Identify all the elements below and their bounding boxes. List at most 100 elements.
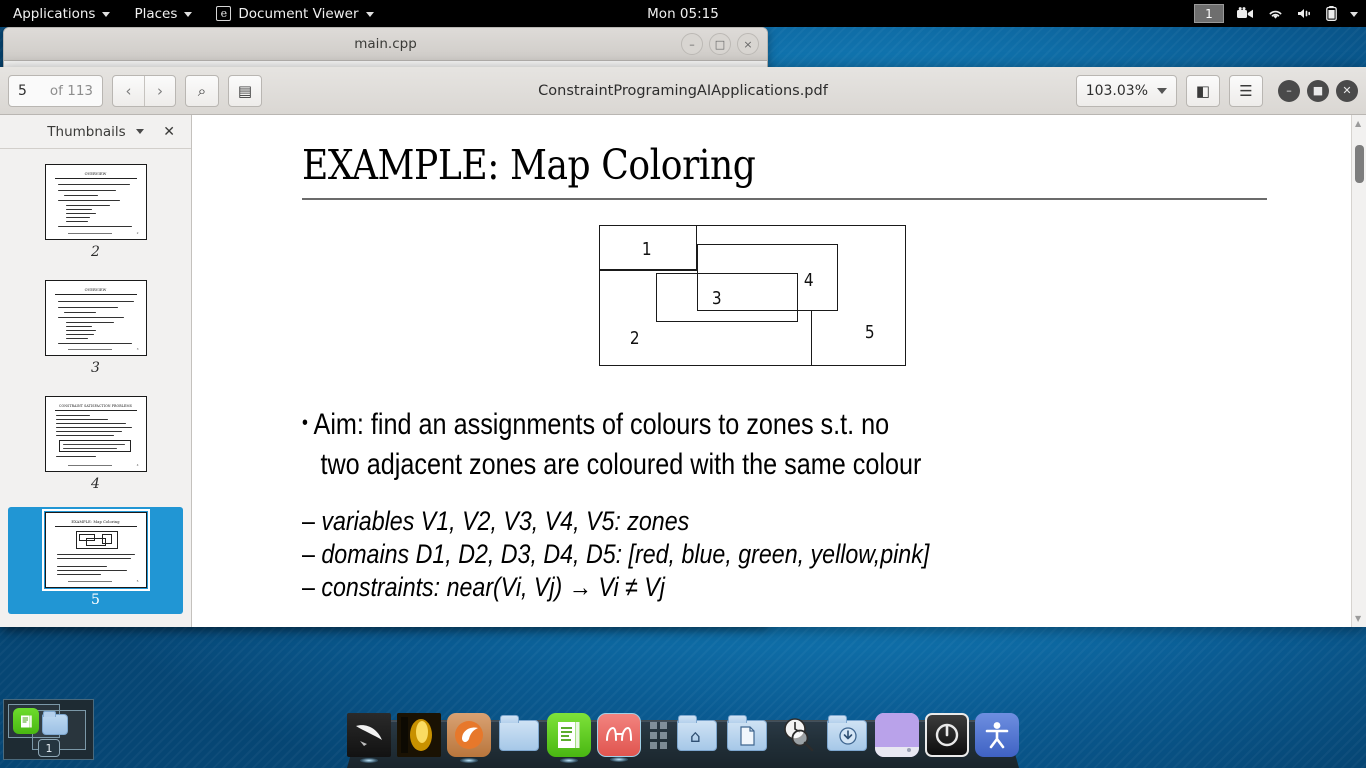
video-camera-icon[interactable] bbox=[1237, 7, 1254, 20]
map-diagram-wrapper: 1 2 3 4 5 bbox=[302, 220, 1280, 385]
annotations-icon[interactable]: ▤ bbox=[228, 74, 262, 107]
thumbnail-page-4[interactable]: CONSTRAINT SATISFACTION PROBLEMS 4 4 bbox=[8, 391, 183, 498]
documents-folder-icon[interactable] bbox=[725, 713, 769, 757]
thumbnail-page-3[interactable]: OVERVIEW 3 3 bbox=[8, 275, 183, 382]
main-menu-icon[interactable]: ☰ bbox=[1229, 74, 1263, 107]
bullet-marker: • bbox=[302, 412, 308, 434]
sub-text: constraints: near(Vi, Vj) → Vi ≠ Vj bbox=[321, 572, 665, 602]
home-folder-icon[interactable]: ⌂ bbox=[675, 713, 719, 757]
page-number-value: 5 bbox=[18, 82, 27, 99]
pager-workspace-badge: 1 bbox=[38, 739, 60, 757]
workspace-indicator[interactable]: 1 bbox=[1194, 4, 1224, 23]
minimize-button[interactable]: – bbox=[1278, 79, 1300, 102]
viewer-content: Thumbnails ✕ OVERVIEW 2 2 OVERVIEW 3 3 C… bbox=[0, 115, 1366, 627]
thumbnail-page-5[interactable]: EXAMPLE: Map Coloring 5 5 bbox=[8, 507, 183, 614]
map-label-4: 4 bbox=[803, 270, 814, 291]
background-maximize-button[interactable]: □ bbox=[709, 33, 731, 55]
bullet-line-1: • Aim: find an assignments of colours to… bbox=[302, 403, 1124, 445]
background-close-button[interactable]: × bbox=[737, 33, 759, 55]
search-clock-icon[interactable] bbox=[775, 713, 819, 757]
scroll-down-arrow-icon[interactable]: ▼ bbox=[1355, 614, 1361, 623]
slide-title: EXAMPLE: Map Coloring bbox=[302, 141, 756, 189]
tray-chevron-down-icon[interactable] bbox=[1350, 10, 1358, 17]
map-label-1: 1 bbox=[641, 239, 652, 260]
terminal-icon[interactable] bbox=[397, 713, 441, 757]
window-controls: – ■ ✕ bbox=[1278, 79, 1358, 102]
sub-item-domains: – domains D1, D2, D3, D4, D5: [red, blue… bbox=[302, 538, 1143, 571]
files-folder-icon[interactable] bbox=[497, 713, 541, 757]
slide-bullet-list: • Aim: find an assignments of colours to… bbox=[302, 403, 1280, 485]
zoom-level-dropdown[interactable]: 103.03% bbox=[1075, 74, 1177, 107]
map-label-5: 5 bbox=[864, 322, 875, 343]
search-icon[interactable]: ⌕ bbox=[185, 74, 219, 107]
power-icon[interactable] bbox=[925, 713, 969, 757]
pager-window-previews: 1 bbox=[4, 700, 93, 759]
thumbnail-number: 4 bbox=[91, 476, 100, 492]
background-window-title: main.cpp bbox=[354, 36, 417, 52]
downloads-folder-icon[interactable] bbox=[825, 713, 869, 757]
chevron-down-icon bbox=[1157, 87, 1167, 94]
fit-page-icon[interactable]: ◧ bbox=[1186, 74, 1220, 107]
text-editor-icon[interactable] bbox=[547, 713, 591, 763]
slide-sub-list: – variables V1, V2, V3, V4, V5: zones – … bbox=[302, 505, 1280, 604]
sidebar-mode-label: Thumbnails bbox=[47, 123, 126, 140]
scrollbar-thumb[interactable] bbox=[1355, 145, 1364, 183]
accessibility-icon[interactable] bbox=[975, 713, 1019, 757]
map-edge-zone2-zone5 bbox=[811, 311, 812, 366]
map-label-2: 2 bbox=[629, 328, 640, 349]
document-viewer-toolbar: 5 of 113 ‹ › ⌕ ▤ ConstraintProgramingAIA… bbox=[0, 67, 1366, 115]
sub-dash: – bbox=[302, 572, 315, 602]
vertical-scrollbar[interactable]: ▲ ▼ bbox=[1351, 115, 1366, 627]
scroll-up-arrow-icon[interactable]: ▲ bbox=[1355, 119, 1361, 128]
burpsuite-glasses-icon[interactable] bbox=[597, 713, 641, 762]
thumbnail-preview: OVERVIEW bbox=[44, 280, 147, 356]
thumb-title: EXAMPLE: Map Coloring bbox=[71, 520, 120, 524]
wifi-icon[interactable] bbox=[1267, 7, 1284, 20]
close-button[interactable]: ✕ bbox=[1336, 79, 1358, 102]
volume-icon[interactable] bbox=[1297, 7, 1313, 20]
applications-menu[interactable]: Applications bbox=[0, 0, 122, 27]
dock-separator bbox=[647, 720, 669, 750]
top-panel: Applications Places e Document Viewer Mo… bbox=[0, 0, 1366, 27]
places-menu[interactable]: Places bbox=[122, 0, 204, 27]
thumbnail-preview: CONSTRAINT SATISFACTION PROBLEMS 4 bbox=[44, 396, 147, 472]
background-window-titlebar[interactable]: main.cpp – □ × bbox=[4, 28, 767, 61]
sub-dash: – bbox=[302, 539, 315, 569]
next-page-button[interactable]: › bbox=[144, 75, 175, 106]
thumbnail-page-2[interactable]: OVERVIEW 2 2 bbox=[8, 159, 183, 266]
app-menu-label: Document Viewer bbox=[238, 5, 359, 22]
thumbnail-number: 2 bbox=[91, 244, 100, 260]
chevron-down-icon bbox=[184, 12, 193, 17]
previous-page-button[interactable]: ‹ bbox=[113, 76, 144, 106]
toolbar-left-group: 5 of 113 ‹ › ⌕ ▤ bbox=[8, 74, 262, 107]
pager-folder-icon bbox=[42, 711, 68, 735]
thumbnail-number: 3 bbox=[91, 360, 100, 376]
chevron-down-icon[interactable] bbox=[135, 129, 144, 134]
firefox-icon[interactable] bbox=[447, 713, 491, 763]
battery-icon[interactable] bbox=[1326, 6, 1337, 21]
kali-menu-icon[interactable] bbox=[347, 713, 391, 763]
workspace-pager[interactable]: 1 bbox=[3, 699, 94, 760]
sub-dash: – bbox=[302, 506, 315, 536]
sidebar-close-icon[interactable]: ✕ bbox=[163, 124, 175, 140]
thumb-title: OVERVIEW bbox=[84, 172, 107, 176]
map-edge-zone2-top bbox=[599, 270, 697, 271]
bullet-text-2: two adjacent zones are coloured with the… bbox=[320, 448, 922, 481]
page-number-input[interactable]: 5 of 113 bbox=[8, 74, 103, 107]
chevron-down-icon bbox=[365, 12, 374, 17]
running-indicator bbox=[610, 757, 628, 762]
sidebar-header[interactable]: Thumbnails ✕ bbox=[0, 115, 191, 149]
running-indicator bbox=[560, 758, 578, 763]
app-menu-document-viewer[interactable]: e Document Viewer bbox=[204, 0, 385, 27]
thumbnail-preview: OVERVIEW bbox=[44, 164, 147, 240]
maximize-button[interactable]: ■ bbox=[1307, 79, 1329, 102]
bullet-text-1: Aim: find an assignments of colours to z… bbox=[313, 408, 890, 441]
screen: main.cpp – □ × 5 of 113 ‹ › ⌕ ▤ Constrai… bbox=[0, 0, 1366, 768]
pdf-page-viewer[interactable]: EXAMPLE: Map Coloring 1 2 3 4 5 • Aim: f… bbox=[192, 115, 1366, 627]
background-minimize-button[interactable]: – bbox=[681, 33, 703, 55]
sub-text: variables V1, V2, V3, V4, V5: zones bbox=[321, 506, 690, 536]
thumbnail-list[interactable]: OVERVIEW 2 2 OVERVIEW 3 3 CONSTRAINT SAT… bbox=[0, 149, 191, 627]
sub-item-constraints: – constraints: near(Vi, Vj) → Vi ≠ Vj bbox=[302, 571, 1143, 604]
pictures-icon[interactable] bbox=[875, 713, 919, 757]
thumbnails-sidebar: Thumbnails ✕ OVERVIEW 2 2 OVERVIEW 3 3 C… bbox=[0, 115, 192, 627]
